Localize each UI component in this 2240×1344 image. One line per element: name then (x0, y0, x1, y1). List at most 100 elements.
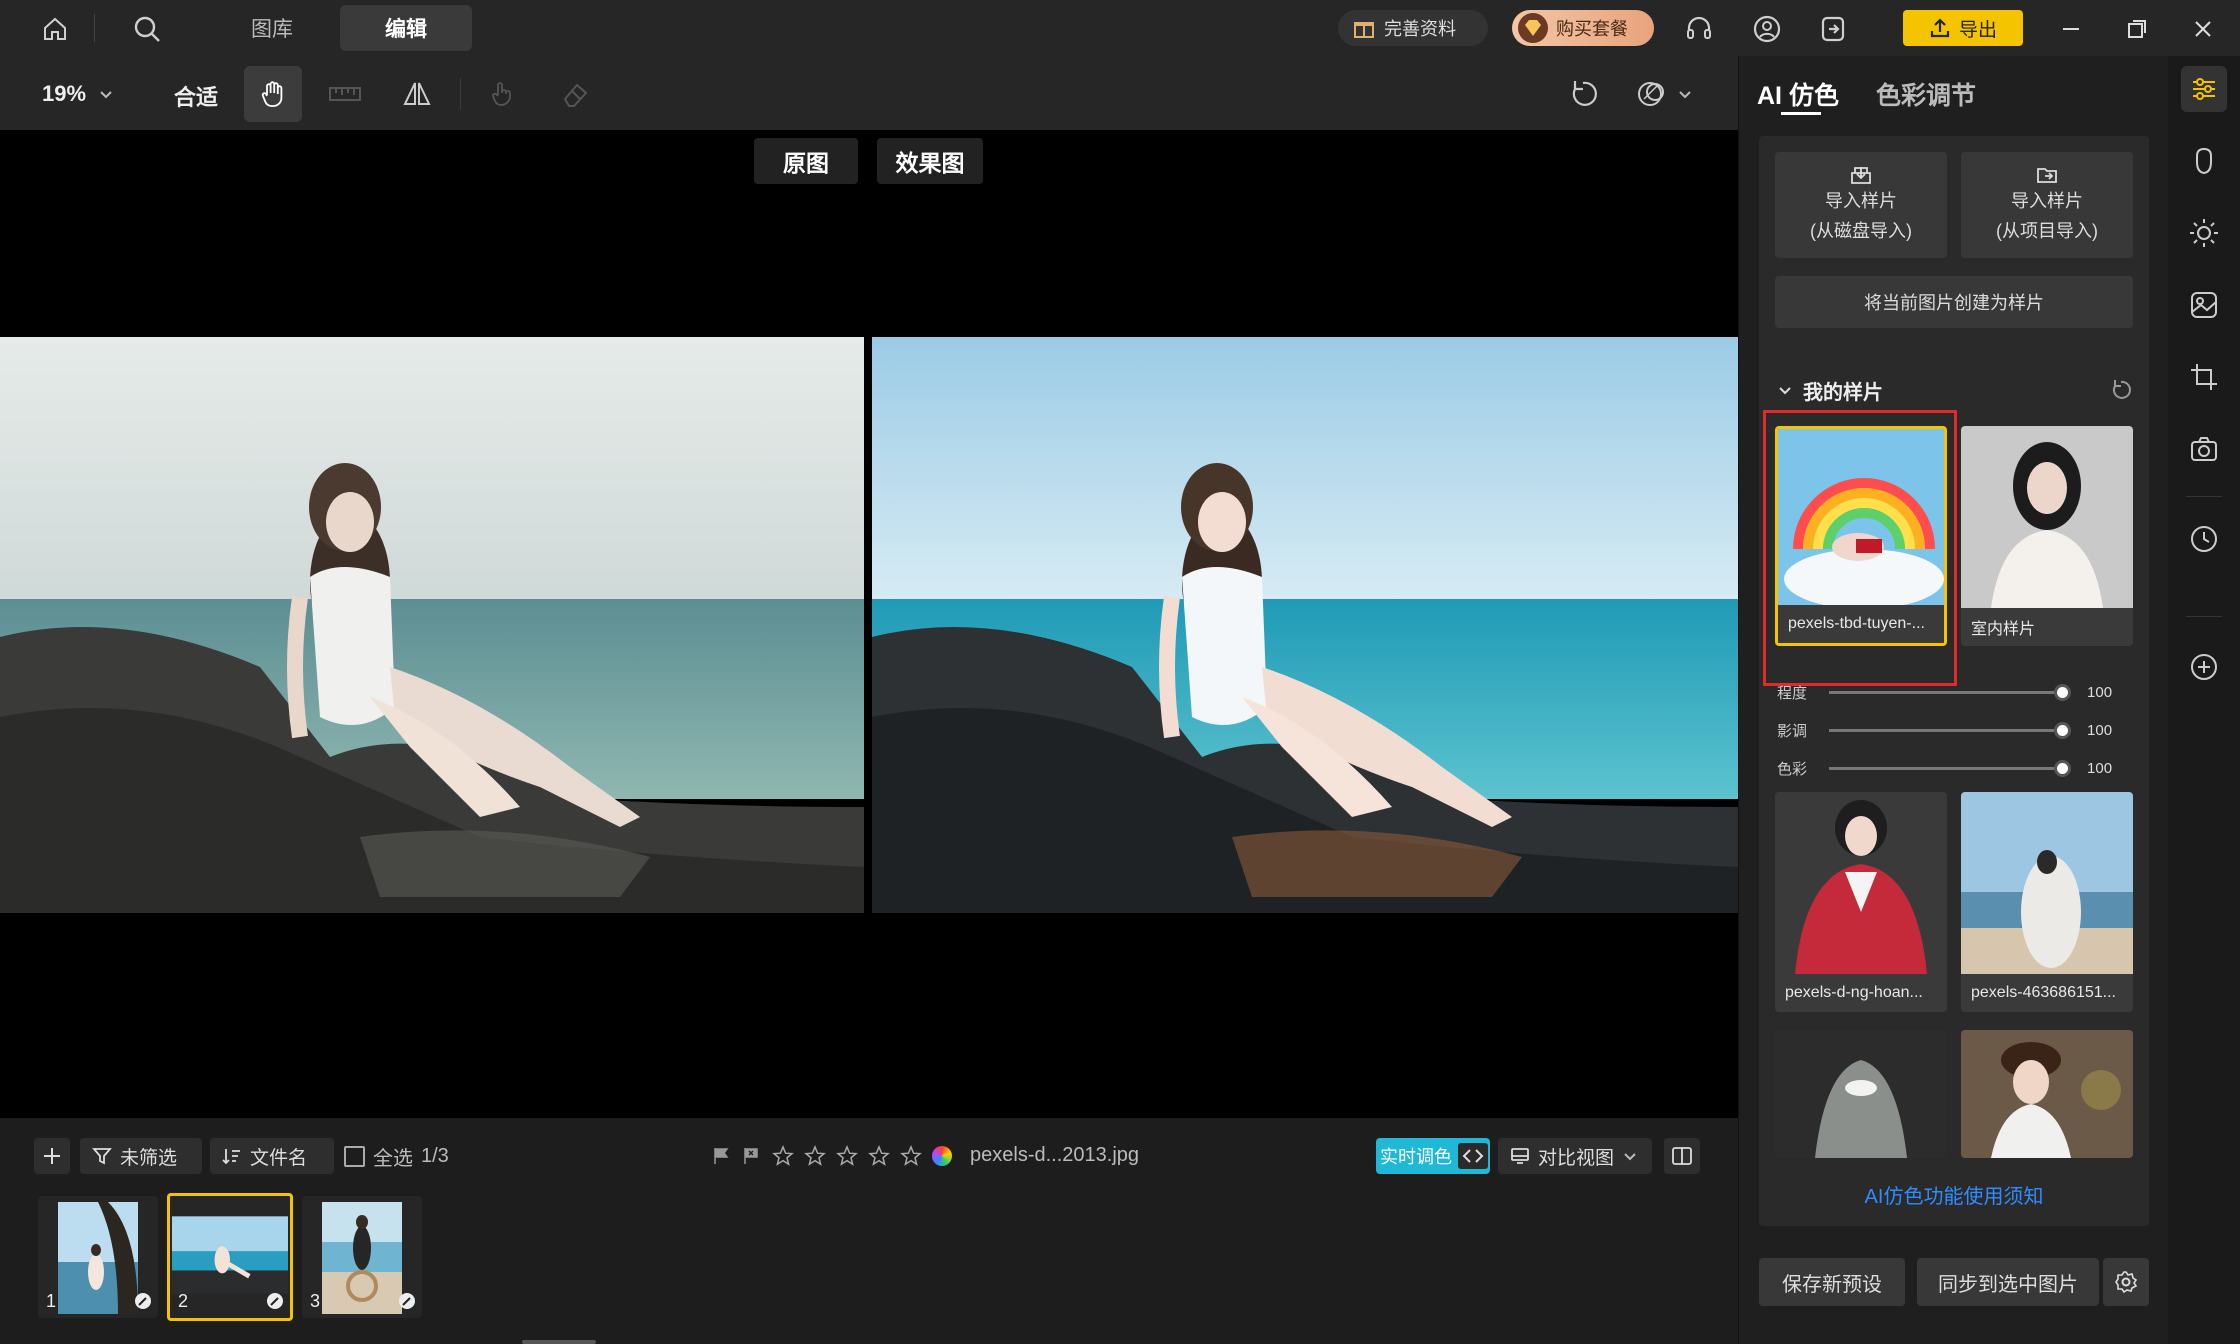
film-thumb[interactable]: 3 (302, 1196, 422, 1318)
compare-view-select[interactable]: 对比视图 (1498, 1138, 1652, 1174)
tab-ai-color[interactable]: AI 仿色 (1757, 76, 1839, 112)
film-thumb-selected[interactable]: 2 (167, 1193, 293, 1321)
star-icon[interactable] (900, 1144, 922, 1167)
upload-icon (1929, 17, 1951, 39)
realtime-toggle[interactable]: 实时调色 (1376, 1138, 1490, 1174)
add-tool-icon[interactable] (2181, 644, 2227, 690)
film-thumb[interactable]: 1 (38, 1196, 158, 1318)
sync-selected-button[interactable]: 同步到选中图片 (1917, 1258, 2099, 1306)
buy-package-label: 购买套餐 (1556, 19, 1628, 39)
tab-edit[interactable]: 编辑 (340, 5, 472, 51)
create-sample-button[interactable]: 将当前图片创建为样片 (1775, 276, 2133, 328)
share-icon[interactable] (1816, 12, 1850, 46)
chevron-down-icon (1622, 1148, 1638, 1164)
filmstrip-scrollbar[interactable] (522, 1340, 596, 1344)
thumb-number: 1 (46, 1291, 57, 1311)
buy-package-button[interactable]: 购买套餐 (1512, 10, 1654, 46)
reject-flag-icon[interactable] (742, 1146, 762, 1166)
complete-profile-button[interactable]: 完善资料 (1338, 10, 1488, 46)
my-samples-header[interactable]: 我的样片 (1777, 376, 1883, 405)
slider-track[interactable] (1829, 683, 2072, 701)
import-project-icon (2036, 164, 2058, 186)
search-icon[interactable] (130, 12, 164, 46)
eraser-icon[interactable] (546, 66, 604, 122)
divider (460, 78, 461, 110)
tool-rail (2168, 56, 2240, 1344)
star-icon[interactable] (804, 1144, 826, 1167)
star-icon[interactable] (836, 1144, 858, 1167)
complete-profile-label: 完善资料 (1384, 19, 1456, 39)
user-icon[interactable] (1750, 12, 1784, 46)
sort-icon (222, 1146, 242, 1166)
canvas: 原图 效果图 (0, 130, 1738, 1118)
import-from-project-button[interactable]: 导入样片 (从项目导入) (1961, 152, 2133, 258)
import-disk-line2: (从磁盘导入) (1810, 221, 1912, 241)
slider-handle[interactable] (2054, 721, 2072, 739)
restore-icon[interactable] (2120, 12, 2154, 46)
help-link[interactable]: AI仿色功能使用须知 (1759, 1180, 2149, 1209)
adjust-sliders-icon[interactable] (2181, 66, 2227, 112)
camera-icon[interactable] (2181, 426, 2227, 472)
import-disk-icon (1850, 164, 1872, 186)
brightness-icon[interactable] (2181, 210, 2227, 256)
star-icon[interactable] (868, 1144, 890, 1167)
sort-button[interactable]: 文件名 (210, 1138, 334, 1174)
monitor-icon (1510, 1146, 1530, 1166)
tone-slider[interactable]: 影调 100 (1777, 718, 2117, 742)
slider-track[interactable] (1829, 759, 2072, 777)
slider-handle[interactable] (2054, 759, 2072, 777)
reset-icon[interactable] (1554, 66, 1612, 122)
tab-color-adjust[interactable]: 色彩调节 (1876, 76, 1976, 112)
overlay-mode-select[interactable] (1624, 66, 1704, 122)
settings-icon[interactable] (2103, 1258, 2149, 1306)
save-preset-button[interactable]: 保存新预设 (1759, 1258, 1905, 1306)
split-view-icon[interactable] (1664, 1138, 1700, 1174)
sample-card[interactable] (1961, 1030, 2133, 1158)
minimize-icon[interactable] (2054, 12, 2088, 46)
refresh-icon[interactable] (2109, 378, 2133, 402)
color-label-icon[interactable] (932, 1145, 952, 1166)
color-slider[interactable]: 色彩 100 (1777, 756, 2117, 780)
chevron-down-icon (1677, 86, 1693, 102)
filter-button[interactable]: 未筛选 (80, 1138, 202, 1174)
divider (94, 14, 95, 42)
tab-underline (1781, 112, 1821, 115)
flip-icon[interactable] (388, 66, 446, 122)
hand-touch-icon[interactable] (474, 66, 532, 122)
tab-library[interactable]: 图库 (222, 5, 322, 51)
effect-label[interactable]: 效果图 (877, 138, 983, 184)
select-count: 1/3 (421, 1144, 449, 1167)
ruler-icon[interactable] (316, 66, 374, 122)
sample-card[interactable]: pexels-tbd-tuyen-... (1775, 426, 1947, 646)
sample-card[interactable]: pexels-463686151... (1961, 792, 2133, 1012)
sample-card[interactable] (1775, 1030, 1947, 1158)
realtime-label: 实时调色 (1380, 1147, 1452, 1167)
sample-card[interactable]: 室内样片 (1961, 426, 2133, 646)
history-icon[interactable] (2181, 516, 2227, 562)
home-icon[interactable] (38, 12, 72, 46)
rating-toolbar: pexels-d...2013.jpg (712, 1144, 1139, 1167)
crop-icon[interactable] (2181, 354, 2227, 400)
star-icon[interactable] (772, 1144, 794, 1167)
strength-slider[interactable]: 程度 100 (1777, 680, 2117, 704)
import-from-disk-button[interactable]: 导入样片 (从磁盘导入) (1775, 152, 1947, 258)
sample-card[interactable]: pexels-d-ng-hoan... (1775, 792, 1947, 1012)
headset-icon[interactable] (1682, 12, 1716, 46)
flag-icon[interactable] (712, 1146, 732, 1166)
hand-tool-icon[interactable] (244, 66, 302, 122)
slider-handle[interactable] (2054, 683, 2072, 701)
fit-button[interactable]: 合适 (174, 80, 218, 112)
original-label[interactable]: 原图 (754, 138, 858, 184)
diamond-icon (1518, 13, 1548, 43)
add-icon[interactable] (34, 1138, 70, 1174)
select-all-checkbox[interactable]: 全选 1/3 (344, 1138, 449, 1174)
face-icon[interactable] (2181, 138, 2227, 184)
image-adjust-icon[interactable] (2181, 282, 2227, 328)
right-panel: AI 仿色 色彩调节 导入样片 (从磁盘导入) 导入样片 (从项目导入) 将当前… (1738, 56, 2169, 1344)
slider-track[interactable] (1829, 721, 2072, 739)
export-button[interactable]: 导出 (1903, 10, 2023, 46)
close-icon[interactable] (2186, 12, 2220, 46)
zoom-select[interactable]: 19% (42, 76, 114, 112)
export-label: 导出 (1958, 19, 1997, 41)
sample-caption: pexels-tbd-tuyen-... (1778, 605, 1944, 643)
